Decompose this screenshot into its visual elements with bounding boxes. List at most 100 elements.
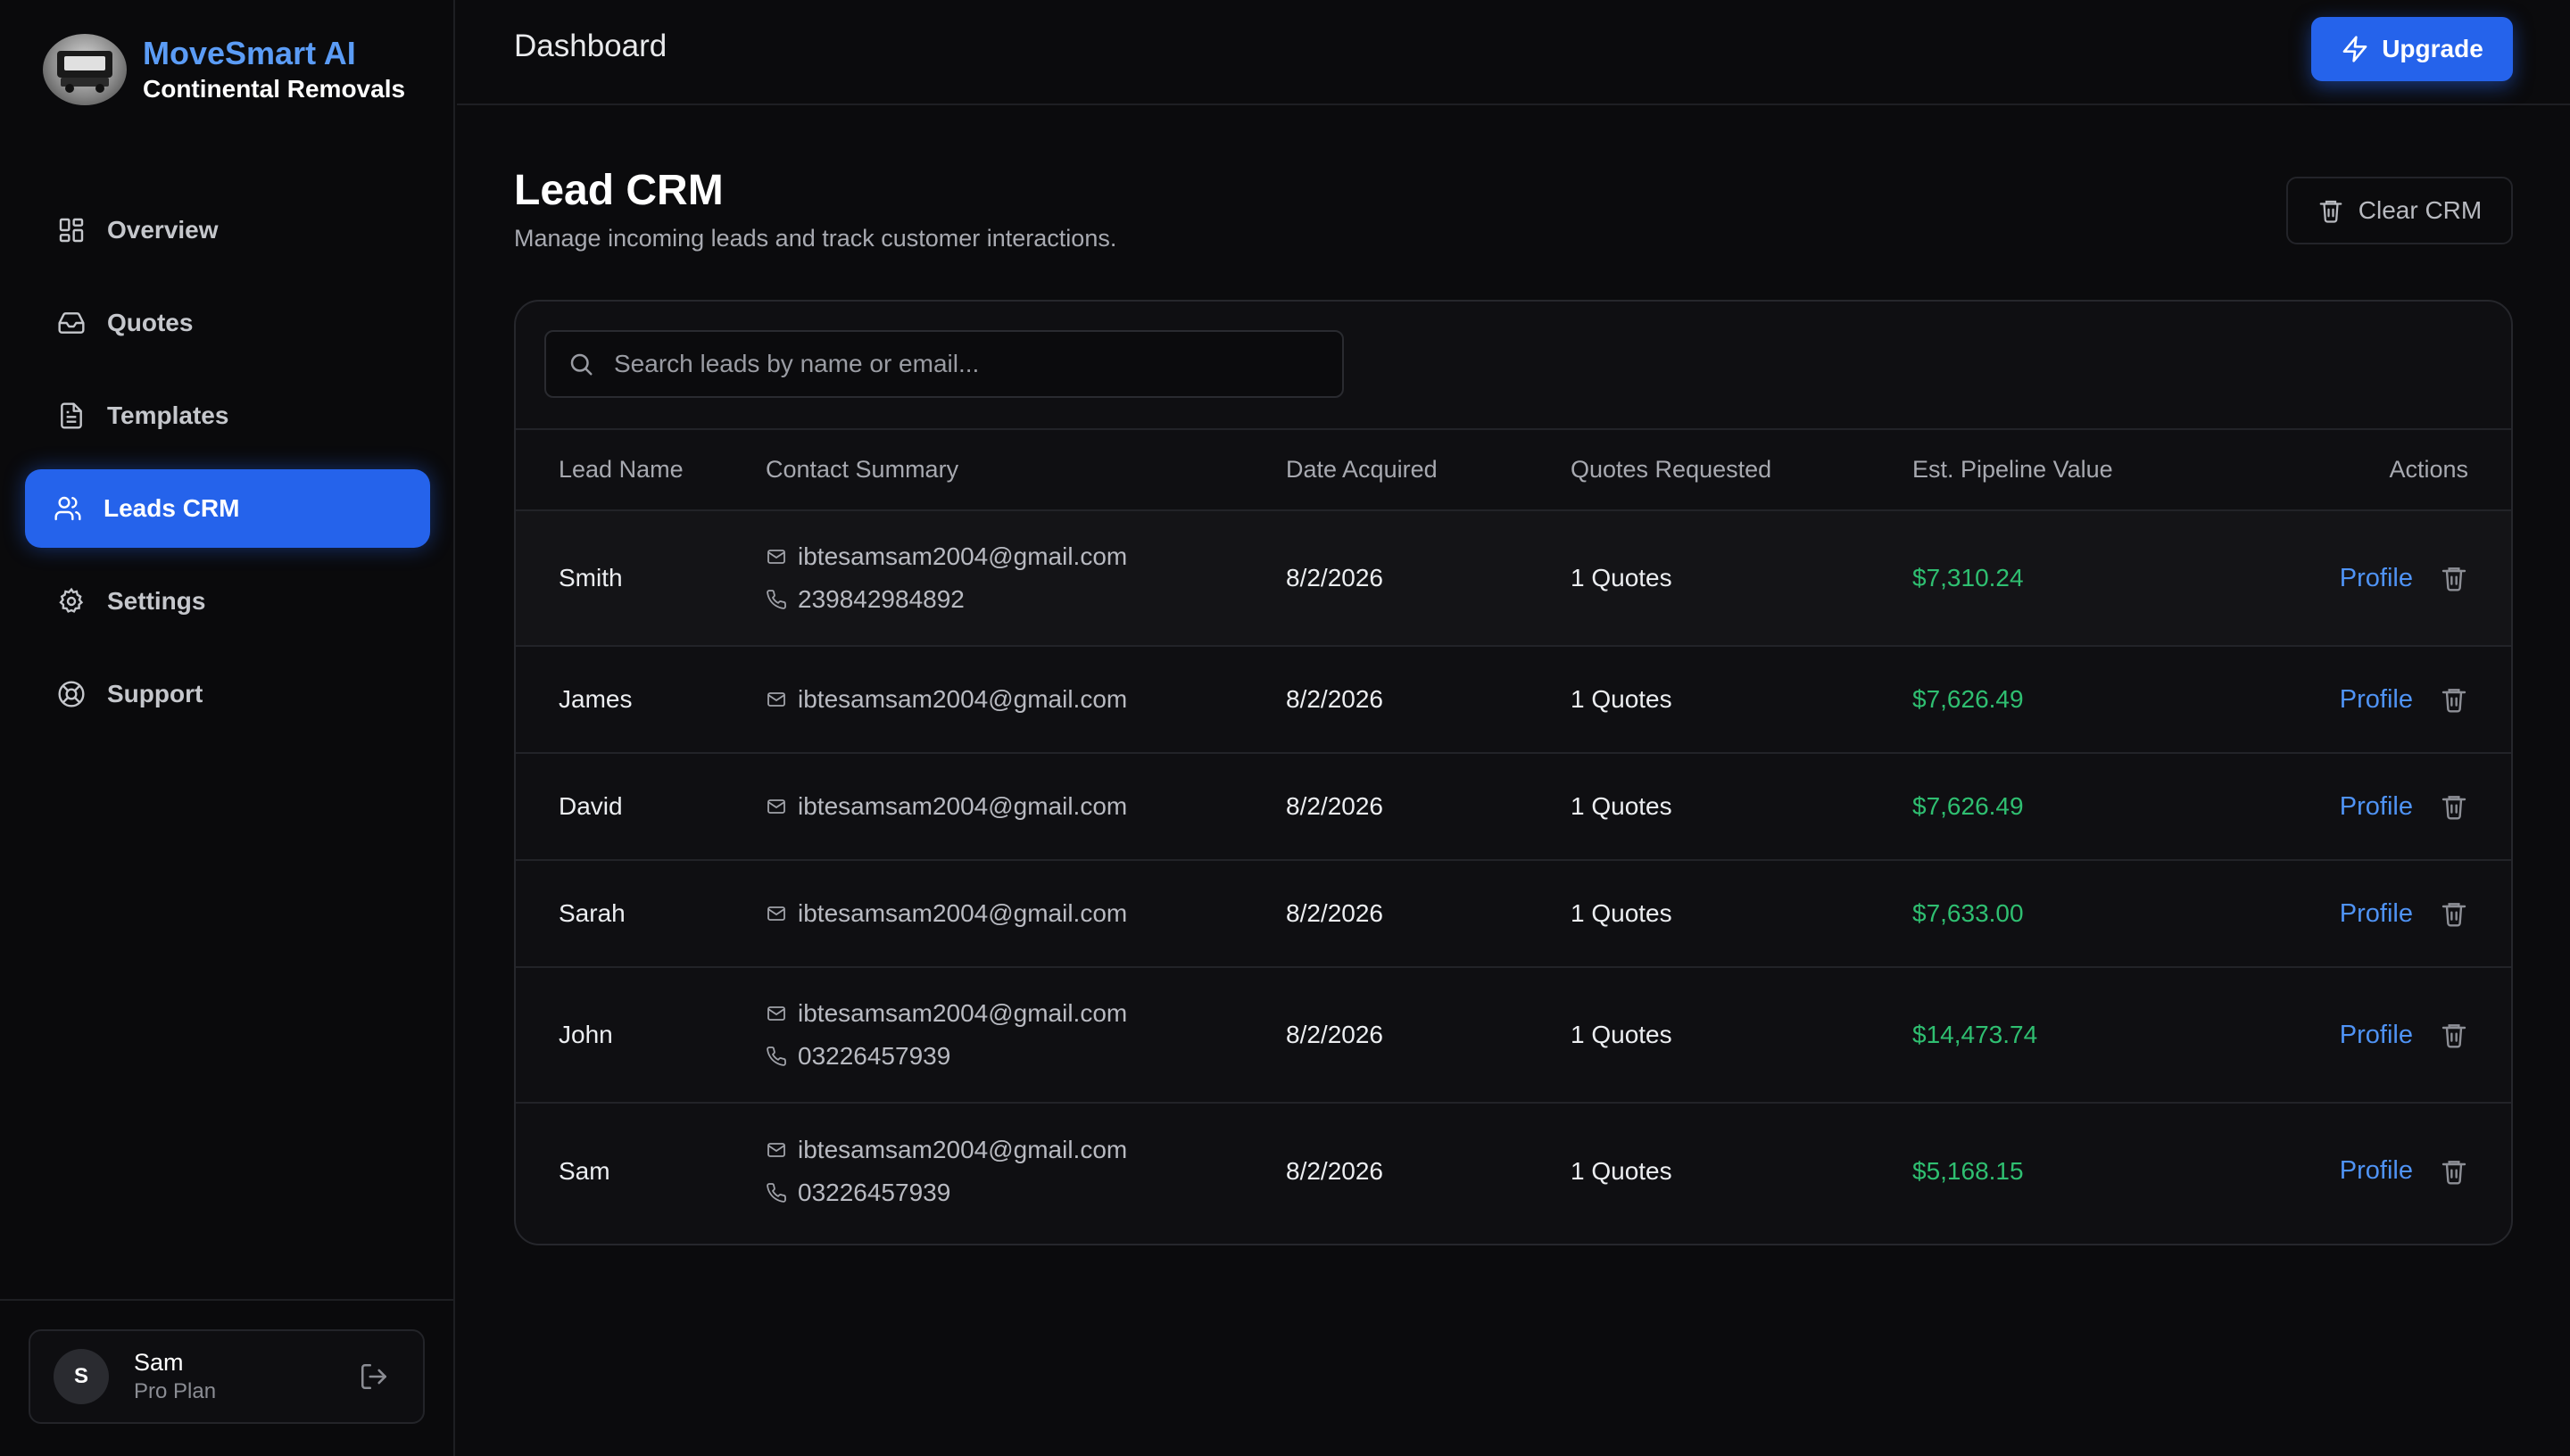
lightning-icon bbox=[2341, 35, 2369, 63]
user-card[interactable]: S Sam Pro Plan bbox=[29, 1329, 425, 1424]
column-header-contact-summary[interactable]: Contact Summary bbox=[766, 430, 1286, 510]
contact-email: ibtesamsam2004@gmail.com bbox=[766, 1129, 1286, 1171]
row-actions: Profile bbox=[2260, 753, 2511, 860]
column-header-pipeline-value[interactable]: Est. Pipeline Value bbox=[1912, 430, 2260, 510]
search-input[interactable] bbox=[612, 349, 1342, 379]
email-text: ibtesamsam2004@gmail.com bbox=[798, 685, 1128, 713]
table-row[interactable]: John ibtesamsam2004@gmail.com 0322645793… bbox=[516, 967, 2511, 1103]
email-text: ibtesamsam2004@gmail.com bbox=[798, 542, 1128, 570]
sidebar-item-quotes[interactable]: Quotes bbox=[25, 284, 430, 362]
upgrade-button[interactable]: Upgrade bbox=[2311, 17, 2513, 81]
document-icon bbox=[57, 401, 86, 430]
lead-name: David bbox=[559, 792, 623, 820]
table-row[interactable]: Smith ibtesamsam2004@gmail.com 239842984… bbox=[516, 510, 2511, 646]
pipeline-value: $7,626.49 bbox=[1912, 792, 2024, 820]
date-acquired: 8/2/2026 bbox=[1286, 1156, 1383, 1185]
mail-icon bbox=[766, 903, 787, 924]
contact-phone: 239842984892 bbox=[766, 578, 1286, 621]
actions-group: Profile bbox=[2260, 564, 2511, 593]
column-header-date-acquired[interactable]: Date Acquired bbox=[1286, 430, 1571, 510]
actions-group: Profile bbox=[2260, 792, 2511, 822]
column-header-actions: Actions bbox=[2389, 456, 2468, 483]
table-row[interactable]: Sarah ibtesamsam2004@gmail.com 8/2/2026 … bbox=[516, 860, 2511, 967]
user-name: Sam bbox=[134, 1349, 184, 1376]
date-acquired: 8/2/2026 bbox=[1286, 1021, 1383, 1048]
quotes-requested: 1 Quotes bbox=[1571, 792, 1672, 820]
delete-icon[interactable] bbox=[2440, 899, 2468, 928]
email-text: ibtesamsam2004@gmail.com bbox=[798, 899, 1128, 927]
search-area bbox=[516, 302, 2511, 430]
profile-link[interactable]: Profile bbox=[2340, 792, 2413, 822]
brand-text: MoveSmart AI Continental Removals bbox=[143, 35, 405, 104]
clear-crm-label: Clear CRM bbox=[2358, 196, 2483, 224]
sidebar-item-templates[interactable]: Templates bbox=[25, 376, 430, 455]
date-acquired: 8/2/2026 bbox=[1286, 792, 1383, 820]
delete-icon[interactable] bbox=[2440, 1021, 2468, 1049]
sidebar-item-label: Overview bbox=[107, 216, 219, 244]
lead-name: James bbox=[559, 685, 633, 713]
delete-icon[interactable] bbox=[2440, 792, 2468, 821]
actions-group: Profile bbox=[2260, 1156, 2511, 1186]
email-text: ibtesamsam2004@gmail.com bbox=[798, 792, 1128, 820]
lifebuoy-icon bbox=[57, 680, 86, 708]
contact-phone: 03226457939 bbox=[766, 1035, 1286, 1078]
app-name: MoveSmart AI bbox=[143, 35, 356, 71]
avatar: S bbox=[54, 1349, 109, 1404]
phone-text: 03226457939 bbox=[798, 1042, 951, 1070]
contact-summary: ibtesamsam2004@gmail.com bbox=[766, 860, 1286, 967]
contact-email: ibtesamsam2004@gmail.com bbox=[766, 785, 1286, 828]
sidebar-item-overview[interactable]: Overview bbox=[25, 191, 430, 269]
table-row[interactable]: David ibtesamsam2004@gmail.com 8/2/2026 … bbox=[516, 753, 2511, 860]
brand[interactable]: MoveSmart AI Continental Removals bbox=[43, 34, 405, 105]
profile-link[interactable]: Profile bbox=[2340, 1021, 2413, 1050]
user-area: S Sam Pro Plan bbox=[0, 1299, 453, 1456]
date-acquired: 8/2/2026 bbox=[1286, 564, 1383, 592]
phone-icon bbox=[766, 1182, 787, 1204]
pipeline-value: $14,473.74 bbox=[1912, 1021, 2038, 1048]
sidebar-item-label: Support bbox=[107, 680, 203, 707]
profile-link[interactable]: Profile bbox=[2340, 1156, 2413, 1186]
email-text: ibtesamsam2004@gmail.com bbox=[798, 999, 1128, 1027]
profile-link[interactable]: Profile bbox=[2340, 899, 2413, 929]
sidebar-item-label: Templates bbox=[107, 401, 229, 429]
mail-icon bbox=[766, 1003, 787, 1024]
company-logo bbox=[43, 34, 127, 105]
column-header-quotes-requested[interactable]: Quotes Requested bbox=[1571, 430, 1912, 510]
leads-card: Lead Name Contact Summary Date Acquired … bbox=[514, 300, 2513, 1245]
table-row[interactable]: James ibtesamsam2004@gmail.com 8/2/2026 … bbox=[516, 646, 2511, 753]
delete-icon[interactable] bbox=[2440, 564, 2468, 592]
pipeline-value: $7,633.00 bbox=[1912, 899, 2024, 927]
phone-text: 239842984892 bbox=[798, 585, 965, 613]
leads-table: Lead Name Contact Summary Date Acquired … bbox=[516, 430, 2511, 1238]
phone-text: 03226457939 bbox=[798, 1178, 951, 1206]
actions-group: Profile bbox=[2260, 1021, 2511, 1050]
app-root: MoveSmart AI Continental Removals Overvi… bbox=[0, 0, 2570, 1456]
row-actions: Profile bbox=[2260, 967, 2511, 1103]
contact-summary: ibtesamsam2004@gmail.com 03226457939 bbox=[766, 1103, 1286, 1238]
sidebar-item-label: Quotes bbox=[107, 309, 194, 336]
column-header-lead-name[interactable]: Lead Name bbox=[516, 430, 766, 510]
inbox-icon bbox=[57, 309, 86, 337]
sidebar-item-leads-crm[interactable]: Leads CRM bbox=[25, 469, 430, 548]
table-row[interactable]: Sam ibtesamsam2004@gmail.com 03226457939… bbox=[516, 1103, 2511, 1238]
profile-link[interactable]: Profile bbox=[2340, 685, 2413, 715]
table-header-row: Lead Name Contact Summary Date Acquired … bbox=[516, 430, 2511, 510]
contact-summary: ibtesamsam2004@gmail.com bbox=[766, 646, 1286, 753]
sidebar-item-label: Leads CRM bbox=[104, 494, 240, 522]
sidebar-item-support[interactable]: Support bbox=[25, 655, 430, 733]
clear-crm-button[interactable]: Clear CRM bbox=[2286, 177, 2513, 244]
phone-icon bbox=[766, 589, 787, 610]
contact-summary: ibtesamsam2004@gmail.com 03226457939 bbox=[766, 967, 1286, 1103]
delete-icon[interactable] bbox=[2440, 1157, 2468, 1186]
logout-icon[interactable] bbox=[359, 1361, 389, 1392]
search-box[interactable] bbox=[544, 330, 1344, 398]
lead-name: Smith bbox=[559, 564, 623, 592]
profile-link[interactable]: Profile bbox=[2340, 564, 2413, 593]
sidebar-item-settings[interactable]: Settings bbox=[25, 562, 430, 641]
row-actions: Profile bbox=[2260, 510, 2511, 646]
date-acquired: 8/2/2026 bbox=[1286, 685, 1383, 713]
user-info: Sam Pro Plan bbox=[134, 1348, 216, 1405]
delete-icon[interactable] bbox=[2440, 685, 2468, 714]
actions-group: Profile bbox=[2260, 685, 2511, 715]
contact-summary: ibtesamsam2004@gmail.com bbox=[766, 753, 1286, 860]
